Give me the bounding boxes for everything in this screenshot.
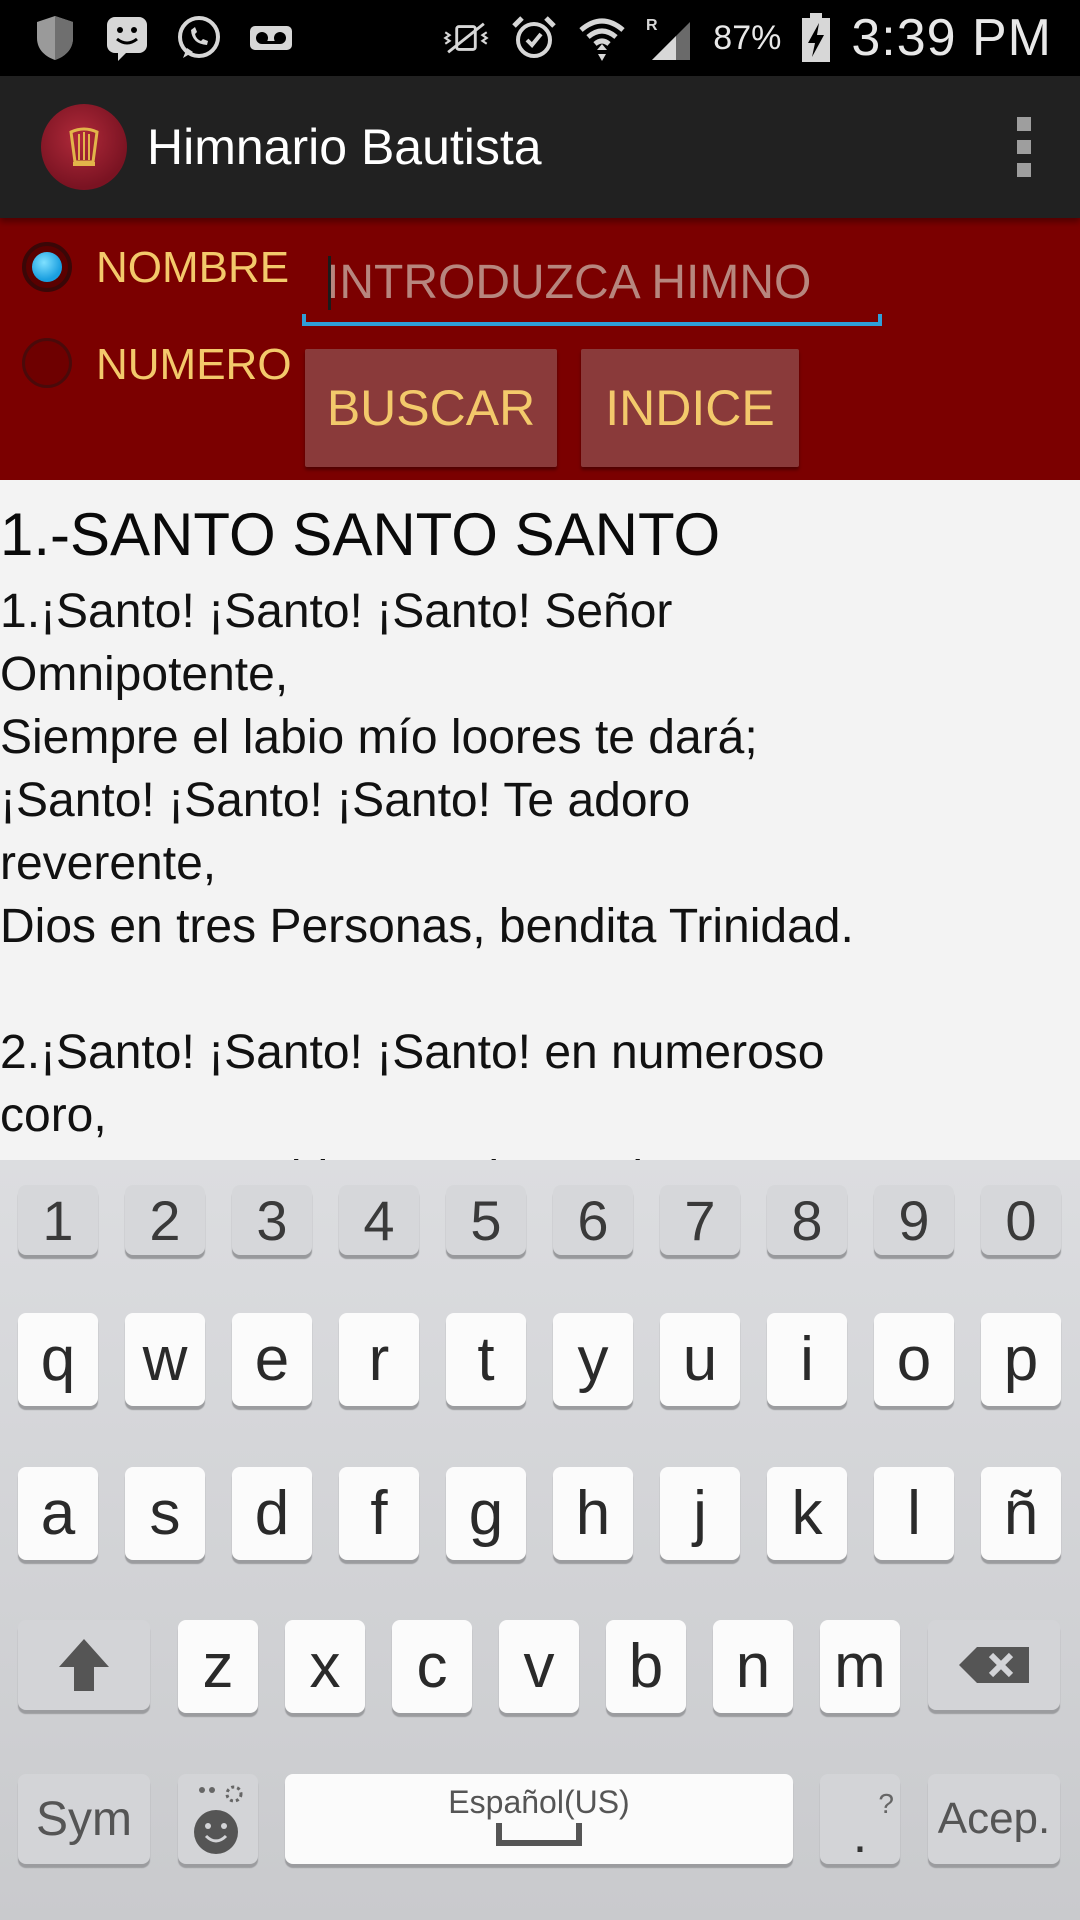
action-bar: Himnario Bautista	[0, 76, 1080, 218]
key-y[interactable]: y	[553, 1313, 633, 1406]
radio-nombre-label[interactable]: NOMBRE	[96, 243, 289, 293]
status-icons-right: R 87% 3:39 PM	[441, 8, 1080, 68]
period-hint: ?	[878, 1788, 894, 1819]
battery-percent: 87%	[713, 18, 782, 57]
enter-key[interactable]: Acep.	[928, 1774, 1060, 1864]
key-a[interactable]: a	[18, 1467, 98, 1560]
key-num-4[interactable]: 4	[339, 1185, 419, 1255]
index-button[interactable]: INDICE	[581, 349, 799, 467]
key-m[interactable]: m	[820, 1620, 900, 1713]
key-ñ[interactable]: ñ	[981, 1467, 1061, 1560]
key-num-3[interactable]: 3	[232, 1185, 312, 1255]
search-button[interactable]: BUSCAR	[305, 349, 557, 467]
key-l[interactable]: l	[874, 1467, 954, 1560]
search-field[interactable]	[302, 236, 882, 326]
hymn-content[interactable]: 1.-SANTO SANTO SANTO 1.¡Santo! ¡Santo! ¡…	[0, 480, 1080, 1160]
backspace-key[interactable]	[928, 1620, 1060, 1710]
key-num-5[interactable]: 5	[446, 1185, 526, 1255]
harp-logo-icon[interactable]	[41, 104, 127, 190]
backspace-icon	[959, 1647, 1029, 1683]
shift-arrow-icon	[59, 1639, 109, 1691]
soft-keyboard: Sym Español(US) ? . Acep. 1234567890 qwer…	[0, 1160, 1080, 1920]
shield-icon	[30, 13, 80, 63]
period-label: .	[852, 1806, 868, 1864]
key-j[interactable]: j	[660, 1467, 740, 1560]
key-z[interactable]: z	[178, 1620, 258, 1713]
text-caret	[328, 256, 331, 310]
wifi-icon	[577, 13, 627, 63]
status-icons-left	[0, 13, 296, 63]
space-bar-icon	[496, 1823, 582, 1846]
key-e[interactable]: e	[232, 1313, 312, 1406]
key-i[interactable]: i	[767, 1313, 847, 1406]
hymn-text: 1.¡Santo! ¡Santo! ¡Santo! Señor Omnipote…	[0, 585, 854, 1160]
key-c[interactable]: c	[392, 1620, 472, 1713]
alarm-icon	[509, 13, 559, 63]
key-num-8[interactable]: 8	[767, 1185, 847, 1255]
whatsapp-icon	[174, 13, 224, 63]
emoji-icon	[194, 1785, 243, 1854]
key-u[interactable]: u	[660, 1313, 740, 1406]
key-v[interactable]: v	[499, 1620, 579, 1713]
app-title: Himnario Bautista	[147, 119, 542, 175]
status-bar: R 87% 3:39 PM	[0, 0, 1080, 76]
radio-nombre[interactable]	[22, 242, 72, 292]
key-r[interactable]: r	[339, 1313, 419, 1406]
radio-numero-label[interactable]: NUMERO	[96, 340, 292, 390]
key-k[interactable]: k	[767, 1467, 847, 1560]
key-b[interactable]: b	[606, 1620, 686, 1713]
key-num-2[interactable]: 2	[125, 1185, 205, 1255]
emoji-key[interactable]	[178, 1774, 258, 1864]
key-x[interactable]: x	[285, 1620, 365, 1713]
key-num-9[interactable]: 9	[874, 1185, 954, 1255]
radio-numero[interactable]	[22, 338, 72, 388]
shift-key[interactable]	[18, 1620, 150, 1710]
svg-text:R: R	[646, 17, 658, 34]
more-vert-icon[interactable]	[1004, 107, 1044, 187]
key-t[interactable]: t	[446, 1313, 526, 1406]
signal-roaming-icon: R	[645, 13, 695, 63]
key-s[interactable]: s	[125, 1467, 205, 1560]
key-num-0[interactable]: 0	[981, 1185, 1061, 1255]
key-h[interactable]: h	[553, 1467, 633, 1560]
period-key[interactable]: ? .	[820, 1774, 900, 1864]
key-g[interactable]: g	[446, 1467, 526, 1560]
key-num-1[interactable]: 1	[18, 1185, 98, 1255]
clock: 3:39 PM	[851, 9, 1052, 67]
key-n[interactable]: n	[713, 1620, 793, 1713]
key-num-7[interactable]: 7	[660, 1185, 740, 1255]
key-o[interactable]: o	[874, 1313, 954, 1406]
key-d[interactable]: d	[232, 1467, 312, 1560]
vibrate-mute-icon	[441, 13, 491, 63]
voicemail-icon	[246, 13, 296, 63]
key-w[interactable]: w	[125, 1313, 205, 1406]
key-p[interactable]: p	[981, 1313, 1061, 1406]
battery-charging-icon	[799, 13, 833, 63]
key-num-6[interactable]: 6	[553, 1185, 633, 1255]
hymn-title: 1.-SANTO SANTO SANTO	[0, 501, 721, 568]
bbm-icon	[102, 13, 152, 63]
search-input[interactable]	[324, 246, 878, 318]
space-language-label: Español(US)	[448, 1784, 630, 1820]
space-key[interactable]: Español(US)	[285, 1774, 793, 1864]
sym-key[interactable]: Sym	[18, 1774, 150, 1864]
key-q[interactable]: q	[18, 1313, 98, 1406]
key-f[interactable]: f	[339, 1467, 419, 1560]
